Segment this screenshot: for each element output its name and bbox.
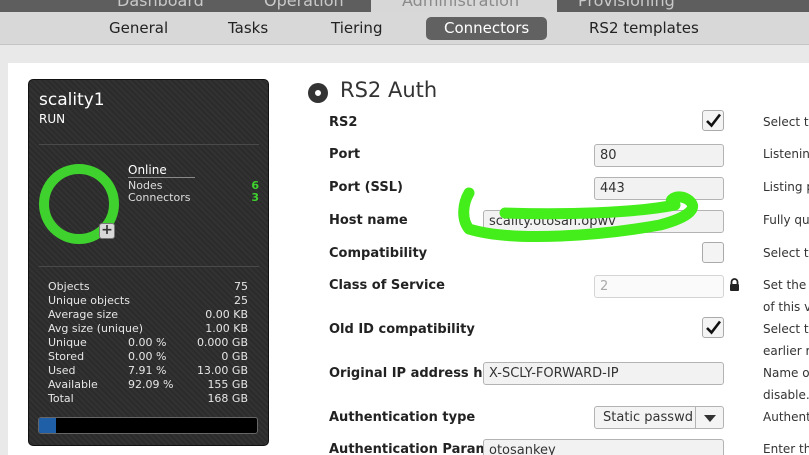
help-text: earlier r [763,344,809,358]
connectors-row: Connectors 3 [128,191,259,204]
stat-row: Unique 0.00 % 0.000 GB [48,336,250,350]
rs2-label: RS2 [329,115,358,130]
tab-provisioning[interactable]: Provisioning [578,0,675,10]
compatibility-checkbox[interactable] [702,242,724,263]
stat-percent: 0.00 % [128,336,167,349]
stat-value: 1.00 KB [205,322,248,335]
class-of-service-input[interactable]: 2 [594,275,724,298]
stat-label: Stored [48,350,85,363]
subtab-rs2-templates[interactable]: RS2 templates [571,17,717,40]
subtab-tasks[interactable]: Tasks [210,17,286,40]
chevron-down-icon[interactable] [695,407,723,428]
server-name: scality1 [39,90,105,110]
status-online-label: Online [128,163,195,178]
stat-value: 0.00 KB [205,308,248,321]
stat-label: Avg size (unique) [48,322,143,335]
subtab-connectors[interactable]: Connectors [426,17,548,40]
help-text: Select t [763,322,809,336]
check-icon [706,320,722,335]
port-ssl-label: Port (SSL) [329,180,403,195]
stat-percent: 0.00 % [128,350,167,363]
help-text: Listing p [763,180,809,194]
stat-percent: 92.09 % [128,378,174,391]
stat-percent: 7.91 % [128,364,167,377]
server-state: RUN [39,112,66,126]
port-label: Port [329,147,361,162]
card-divider-2 [39,266,259,267]
help-text: Listenin [763,147,809,161]
stat-value: 13.00 GB [196,364,248,377]
authentication-type-label: Authentication type [329,410,476,425]
tab-operation[interactable]: Operation [264,0,344,10]
stat-value: 25 [234,294,248,307]
usage-progress-bar [38,417,258,434]
expand-plus-icon[interactable]: + [99,223,115,239]
help-text: of this v [763,300,809,314]
connectors-label: Connectors [128,191,191,204]
connectors-count: 3 [251,191,259,204]
help-text: Select t [763,115,809,129]
stat-label: Objects [48,280,90,293]
stat-label: Unique [48,336,87,349]
section-radio-button[interactable] [308,83,328,103]
authentication-parameter-label: Authentication Parameter [329,442,484,455]
stat-label: Total [48,392,74,405]
stat-row: Available 92.09 % 155 GB [48,378,250,392]
stat-row: Unique objects 25 [48,294,250,308]
authentication-type-select[interactable]: Static passwd [594,406,724,429]
usage-progress-fill [39,418,57,433]
top-navigation: Dashboard Operation Administration Provi… [0,0,809,12]
help-text: Set the [763,278,807,292]
storage-stats: Objects 75 Unique objects 25 Average size 0… [48,280,250,406]
stat-row: Used 7.91 % 13.00 GB [48,364,250,378]
tab-dashboard[interactable]: Dashboard [117,0,204,10]
port-input[interactable]: 80 [594,144,724,167]
stat-row: Avg size (unique) 1.00 KB [48,322,250,336]
stat-label: Available [48,378,98,391]
help-text: Fully qu [763,213,809,227]
stat-row: Stored 0.00 % 0 GB [48,350,250,364]
check-icon [706,113,722,128]
subtab-general[interactable]: General [91,17,186,40]
help-text: disable. [763,388,809,402]
old-id-compatibility-checkbox[interactable] [702,317,724,338]
tab-administration[interactable]: Administration [402,0,519,10]
lock-icon [730,278,739,291]
compatibility-label: Compatibility [329,246,428,261]
help-text: Name o [763,366,809,380]
stat-value: 0.000 GB [196,336,248,349]
hostname-label: Host name [329,213,408,228]
stat-label: Unique objects [48,294,130,307]
help-text: Authent [763,410,809,424]
stat-row: Average size 0.00 KB [48,308,250,322]
section-title: RS2 Auth [340,78,438,102]
stat-label: Used [48,364,76,377]
original-ip-header-label: Original IP address header [329,366,484,381]
subtab-tiering[interactable]: Tiering [313,17,400,40]
authentication-parameter-input[interactable]: otosankey [483,439,724,455]
stat-value: 168 GB [207,392,248,405]
stat-row: Total 168 GB [48,392,250,406]
help-text: Enter th [763,442,809,455]
class-of-service-label: Class of Service [329,278,445,293]
stat-label: Average size [48,308,118,321]
highlight-scribble [458,187,698,242]
help-text: Select t [763,246,809,260]
rs2-checkbox[interactable] [702,110,724,131]
card-divider [39,144,259,145]
stat-value: 75 [234,280,248,293]
stat-value: 0 GB [221,350,248,363]
old-id-compatibility-label: Old ID compatibility [329,322,475,337]
original-ip-header-input[interactable]: X-SCLY-FORWARD-IP [483,362,724,385]
stat-value: 155 GB [207,378,248,391]
stat-row: Objects 75 [48,280,250,294]
authentication-type-value: Static passwd [603,410,693,425]
server-card[interactable]: scality1 RUN + Online Nodes 6 Connectors… [28,79,269,446]
sub-navigation: General Tasks Tiering Connectors RS2 tem… [0,12,809,45]
